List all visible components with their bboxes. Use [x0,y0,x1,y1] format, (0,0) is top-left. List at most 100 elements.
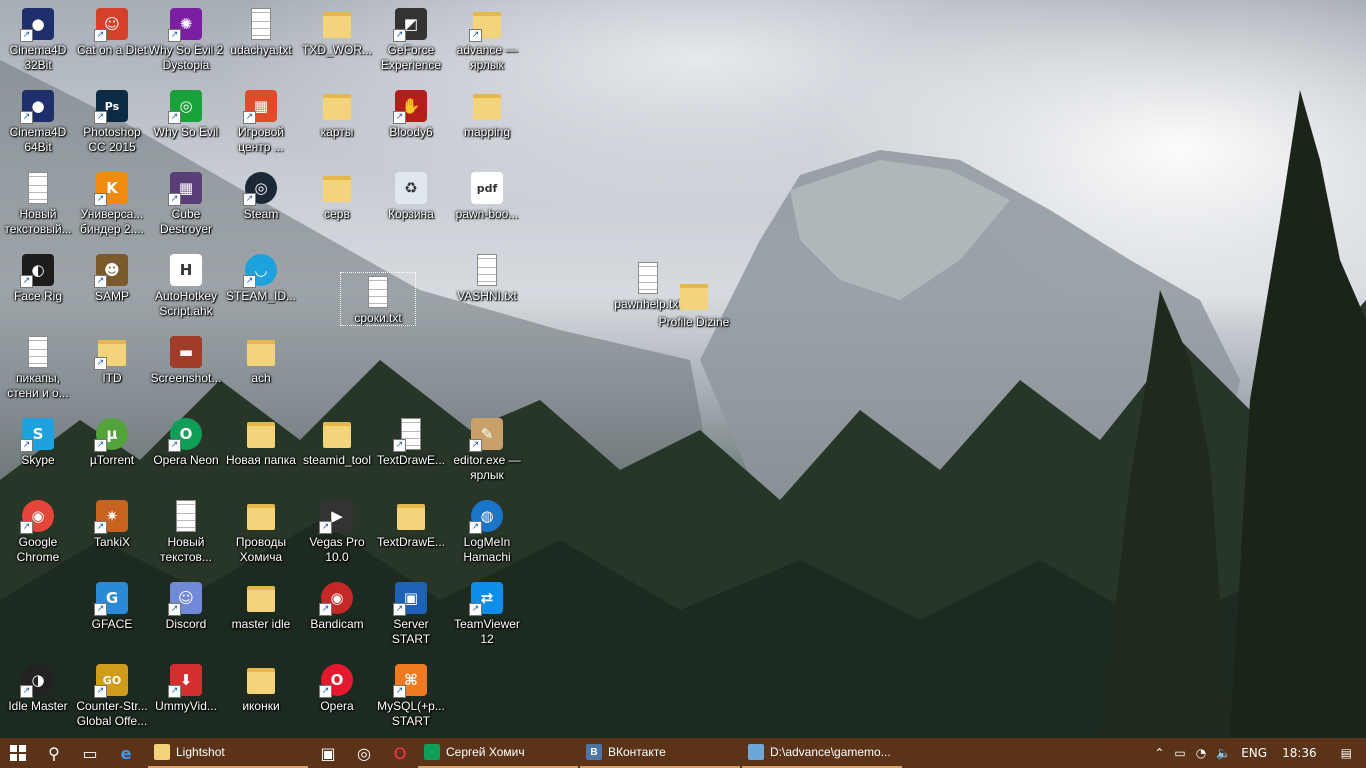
windows-logo-icon [10,745,26,761]
desktop-icon[interactable]: ✷ ↗ TankiX [74,496,150,550]
desktop-icon[interactable]: Проводы Хомича [223,496,299,565]
desktop-icon[interactable]: ↗ TextDrawE... [373,414,449,468]
desktop-icon-label: advance — ярлык [456,43,518,72]
desktop-icon[interactable]: K ↗ Универса... биндер 2.... [74,168,150,237]
desktop-icon[interactable]: G ↗ GFACE [74,578,150,632]
folder-icon [245,336,277,368]
desktop-icon[interactable]: Новый текстовый... [0,168,76,237]
desktop-icon-label: Игровой центр ... [238,125,284,154]
desktop-icon[interactable]: ach [223,332,299,386]
desktop-icon[interactable]: ↗ advance — ярлык [449,4,525,73]
desktop-icon[interactable]: S ↗ Skype [0,414,76,468]
desktop-icon[interactable]: пикапы, стени и о... [0,332,76,401]
store-button[interactable]: ▣ [310,738,346,768]
shortcut-arrow-icon: ↗ [94,29,107,42]
desktop-icon[interactable]: ♻ Корзина [373,168,449,222]
desktop-icon[interactable]: Ps ↗ Photoshop CC 2015 [74,86,150,155]
show-hidden-icons-button[interactable]: ⌃ [1149,746,1169,760]
desktop-icon[interactable]: ◐ ↗ Face Rig [0,250,76,304]
shortcut-arrow-icon: ↗ [20,439,33,452]
opera-button[interactable]: O [382,738,418,768]
desktop-icon[interactable]: карты [299,86,375,140]
start-button[interactable] [0,738,36,768]
desktop-icon[interactable]: серв [299,168,375,222]
desktop-icon[interactable]: ◍ ↗ LogMeIn Hamachi [449,496,525,565]
desktop-icon[interactable]: ✋ ↗ Bloody6 [373,86,449,140]
language-indicator[interactable]: ENG [1236,746,1272,760]
desktop-icon[interactable]: ☺ ↗ Cat on a Diet [74,4,150,58]
desktop-icon[interactable]: иконки [223,660,299,714]
desktop-icon[interactable]: Новая папка [223,414,299,468]
desktop-icon[interactable]: pdf pawn-boo... [449,168,525,222]
taskbar-app-button[interactable]: Lightshot [148,738,308,768]
clock[interactable]: 18:36 [1272,746,1327,760]
shortcut-arrow-icon: ↗ [319,603,332,616]
desktop-icon[interactable]: ◉ ↗ Bandicam [299,578,375,632]
desktop-icon[interactable]: master idle [223,578,299,632]
desktop-icon-label: Bandicam [310,617,364,631]
desktop-icon[interactable]: ▦ ↗ Игровой центр ... [223,86,299,155]
taskbar-app-button[interactable]: Сергей Хомич [418,738,578,768]
tankix-icon: ✷ ↗ [94,500,128,534]
folder-icon [245,582,277,614]
desktop-icon[interactable]: ◎ ↗ Why So Evil [148,86,224,140]
vk-icon: B [586,744,602,760]
desktop-icon[interactable]: H AutoHotkey Script.ahk [148,250,224,319]
desktop-icon[interactable]: ⬇ ↗ UmmyVid... [148,660,224,714]
shortcut-arrow-icon: ↗ [393,439,406,452]
taskbar-app-button[interactable]: D:\advance\gamemo... [742,738,902,768]
desktop-icon[interactable]: сроки.txt [340,272,416,326]
desktop-icon[interactable]: VASHNI.txt [449,250,525,304]
desktop-icon[interactable]: mapping [449,86,525,140]
desktop-icon[interactable]: TextDrawE... [373,496,449,550]
shortcut-arrow-icon: ↗ [94,439,107,452]
text-file-icon [245,8,277,40]
desktop-icon[interactable]: ◎ ↗ Steam [223,168,299,222]
desktop-icon[interactable]: steamid_tool [299,414,375,468]
desktop-icon[interactable]: ▶ ↗ Vegas Pro 10.0 [299,496,375,565]
search-icon: ⚲ [48,743,60,763]
desktop-icon[interactable]: ⌘ ↗ MySQL(+p... START [373,660,449,729]
idle-master-icon: ◑ ↗ [20,664,54,698]
recycle-bin-icon: ♻ [395,172,427,204]
camera-button[interactable]: ◎ [346,738,382,768]
search-button[interactable]: ⚲ [36,738,72,768]
desktop-icon[interactable]: O ↗ Opera Neon [148,414,224,468]
desktop-icon[interactable]: GO ↗ Counter-Str... Global Offe... [74,660,150,729]
edge-button[interactable]: e [108,738,144,768]
desktop-icon[interactable]: O ↗ Opera [299,660,375,714]
desktop-icon[interactable]: TXD_WOR... [299,4,375,58]
why-so-evil-2-icon: ✺ ↗ [168,8,202,42]
desktop-icon[interactable]: µ ↗ µTorrent [74,414,150,468]
desktop-icon[interactable]: Новый текстов... [148,496,224,565]
desktop-icon[interactable]: ◑ ↗ Idle Master [0,660,76,714]
desktop-icon[interactable]: ● ↗ Cinema4D 32Bit [0,4,76,73]
action-center-icon[interactable]: ▤ [1327,746,1366,760]
desktop-icon[interactable]: ◩ ↗ GeForce Experience [373,4,449,73]
desktop-icon[interactable]: ✺ ↗ Why So Evil 2 Dystopia [148,4,224,73]
shortcut-arrow-icon: ↗ [94,357,107,370]
server-start-icon: ▣ ↗ [393,582,427,616]
battery-icon[interactable]: ▭ [1169,746,1190,760]
desktop-icon[interactable]: ⇄ ↗ TeamViewer 12 [449,578,525,647]
desktop-icon[interactable]: udachya.txt [223,4,299,58]
network-icon[interactable]: ◔ [1191,746,1211,760]
desktop-icon[interactable]: ▣ ↗ Server START [373,578,449,647]
desktop-icon[interactable]: ✎ ↗ editor.exe — ярлык [449,414,525,483]
desktop-icon-label: Steam [243,207,279,221]
desktop-icon[interactable]: ▬ Screenshot... [148,332,224,386]
folder-icon [154,744,170,760]
task-view-button[interactable]: ▭ [72,738,108,768]
desktop-icon-label: STEAM_ID... [225,289,296,303]
taskbar-app-button[interactable]: B ВКонтакте [580,738,740,768]
desktop-icon[interactable]: ☺ ↗ Discord [148,578,224,632]
desktop-icon[interactable]: ● ↗ Cinema4D 64Bit [0,86,76,155]
desktop-icon[interactable]: ☻ ↗ SAMP [74,250,150,304]
desktop-icon[interactable]: ▦ ↗ Cube Destroyer [148,168,224,237]
desktop[interactable]: ● ↗ Cinema4D 32Bit ● ↗ Cinema4D 64Bit Новый те… [0,0,1366,738]
desktop-icon[interactable]: ↗ ITD [74,332,150,386]
volume-icon[interactable]: 🔈 [1211,746,1236,760]
desktop-icon[interactable]: ◡ ↗ STEAM_ID... [223,250,299,304]
desktop-icon[interactable]: ◉ ↗ Google Chrome [0,496,76,565]
desktop-icon[interactable]: Profile Dizine [656,276,732,330]
